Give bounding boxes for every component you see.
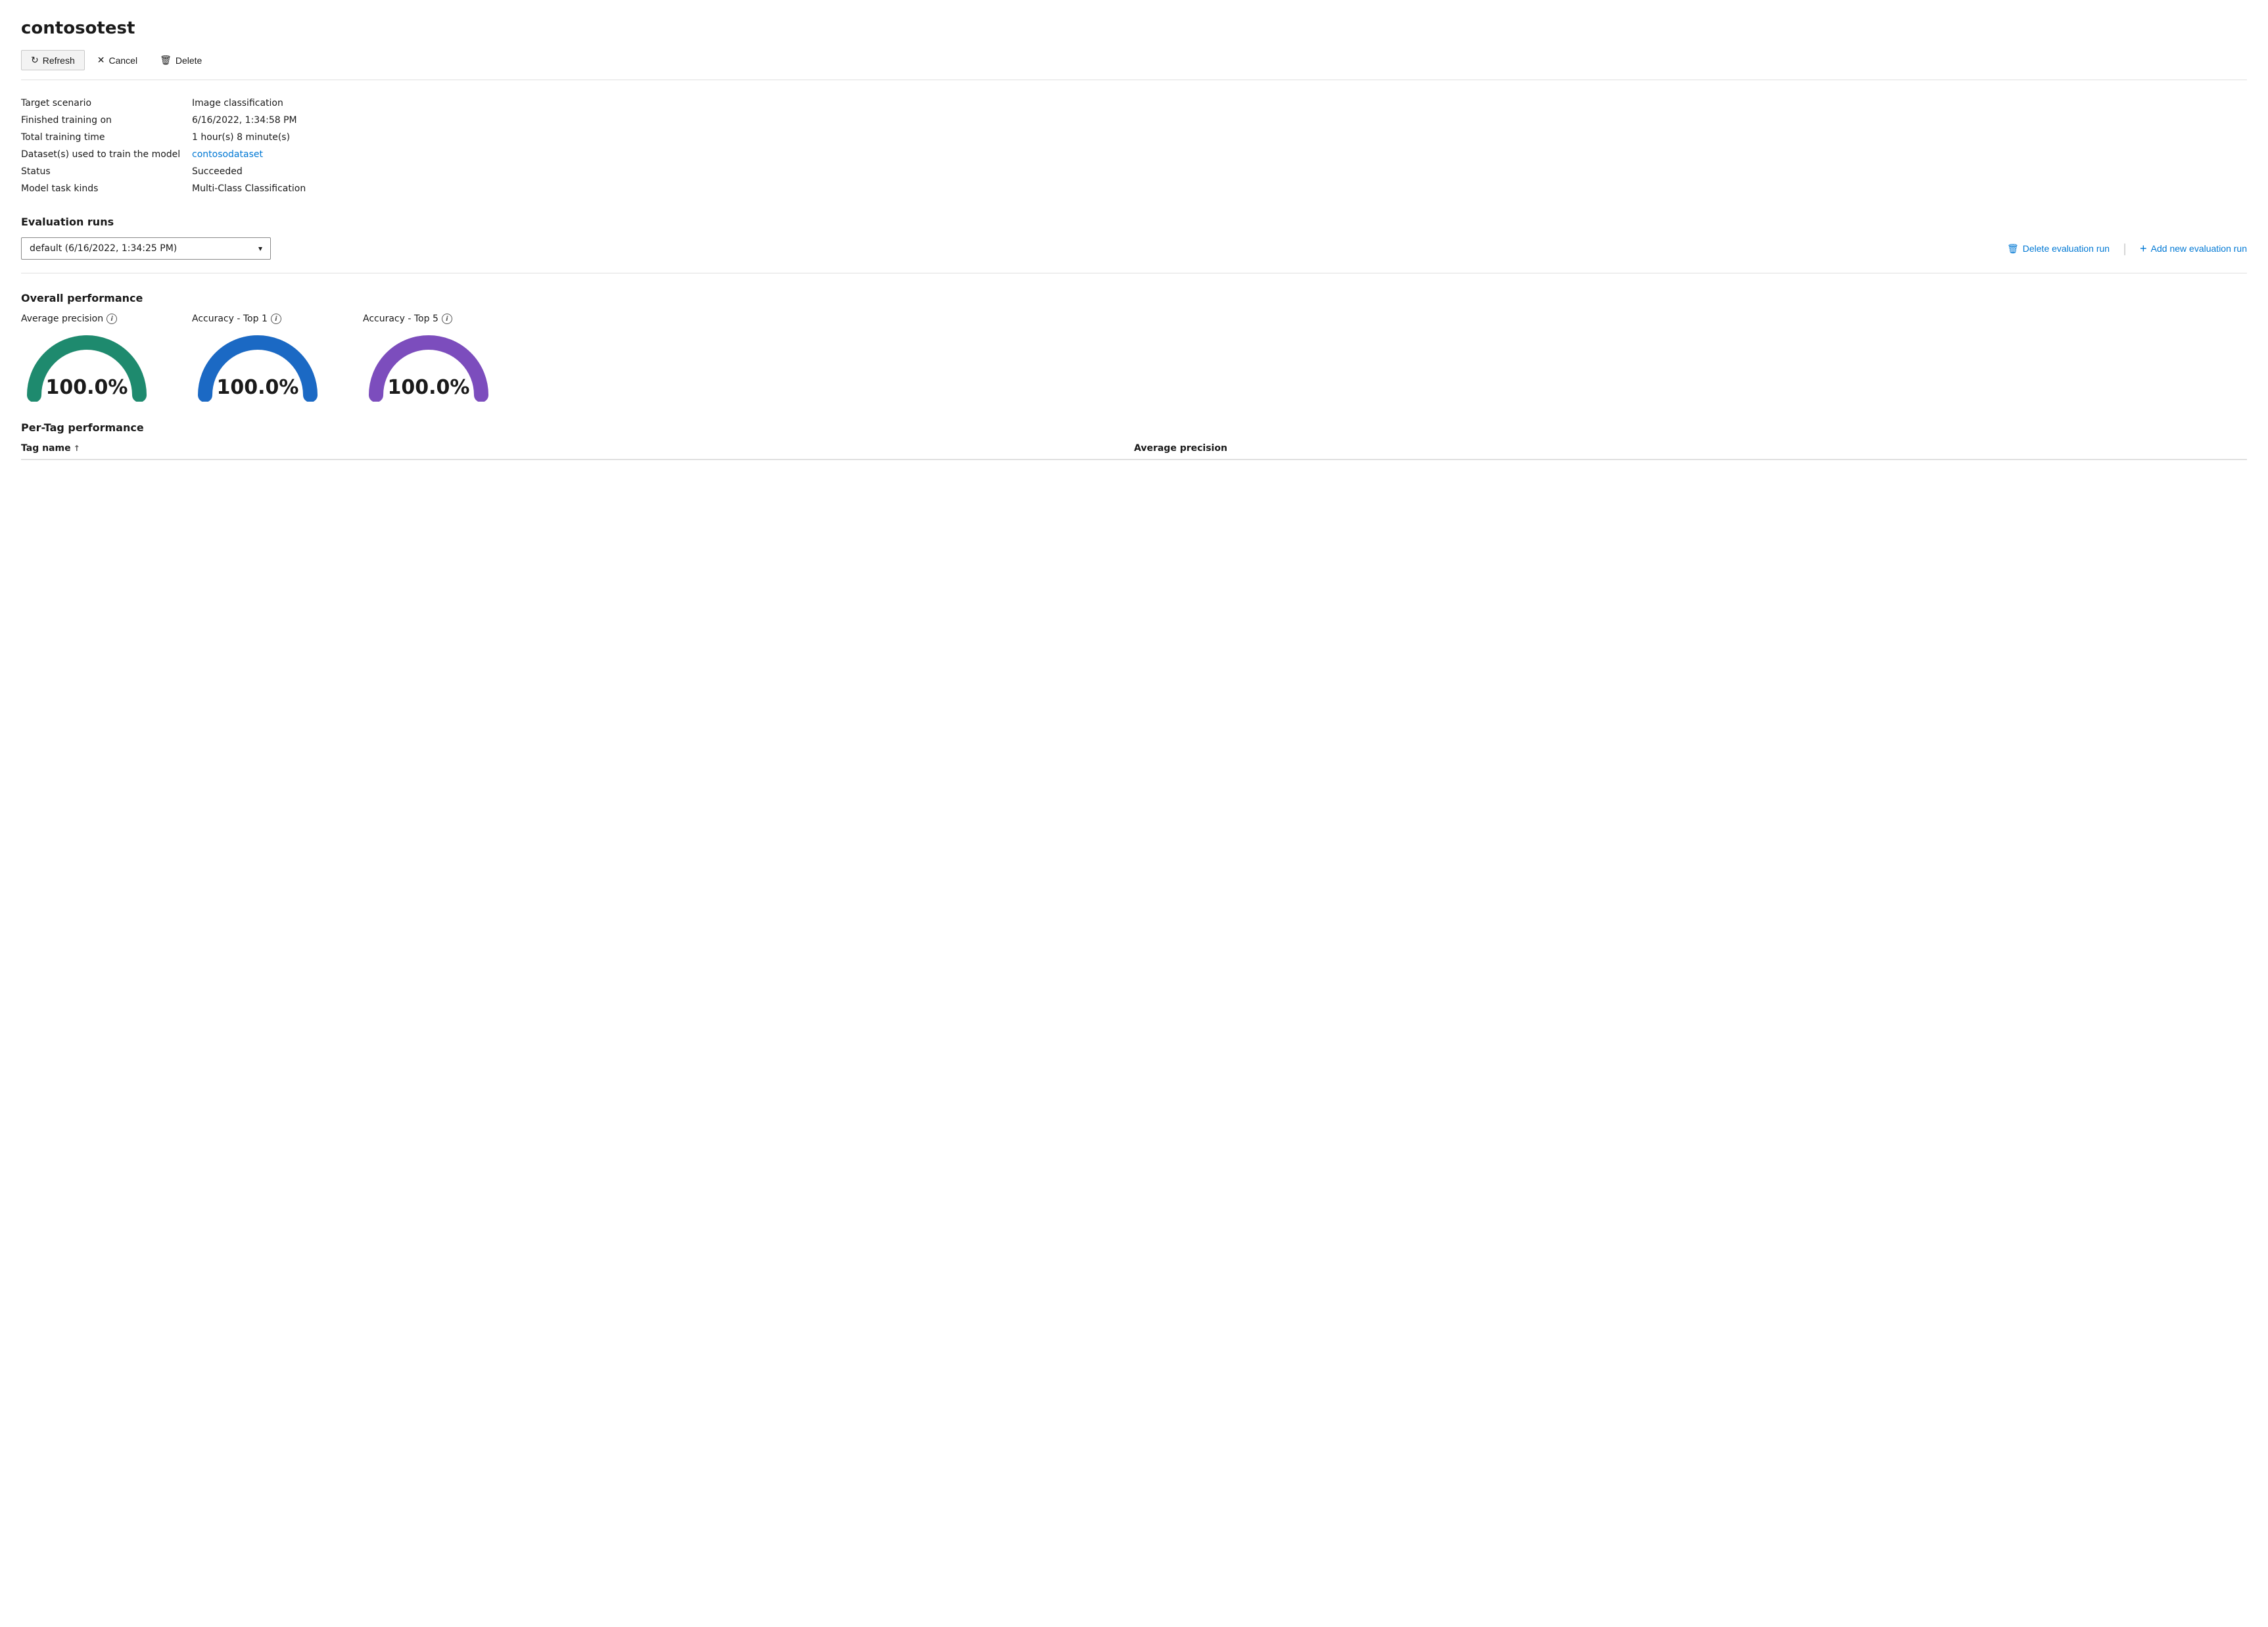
refresh-icon: ↻ xyxy=(31,55,39,66)
table-header-cell[interactable]: Tag name ↑ xyxy=(21,443,1134,454)
gauge-container: Average precision i 100.0% xyxy=(21,314,153,402)
overall-perf-title: Overall performance xyxy=(21,292,2247,304)
info-label: Total training time xyxy=(21,129,192,146)
gauge-wrapper: 100.0% xyxy=(192,329,323,402)
gauge-label: Average precision i xyxy=(21,314,117,324)
eval-actions: 🗑 Delete evaluation run | + Add new eval… xyxy=(284,242,2247,256)
gauge-label-text: Accuracy - Top 5 xyxy=(363,314,438,324)
chevron-down-icon: ▾ xyxy=(258,244,262,253)
per-tag-performance-section: Per-Tag performance Tag name ↑Average pr… xyxy=(21,421,2247,460)
delete-button[interactable]: 🗑 Delete xyxy=(150,50,212,70)
info-icon[interactable]: i xyxy=(106,314,117,324)
gauge-wrapper: 100.0% xyxy=(21,329,153,402)
gauge-value: 100.0% xyxy=(363,376,494,399)
info-label: Target scenario xyxy=(21,95,192,112)
eval-runs-row: default (6/16/2022, 1:34:25 PM) ▾ 🗑 Dele… xyxy=(21,237,2247,273)
add-icon: + xyxy=(2140,242,2147,256)
info-value: Image classification xyxy=(192,95,2247,112)
gauge-container: Accuracy - Top 5 i 100.0% xyxy=(363,314,494,402)
info-value: Succeeded xyxy=(192,163,2247,180)
delete-eval-run-button[interactable]: 🗑 Delete evaluation run xyxy=(2007,243,2110,254)
delete-icon: 🗑 xyxy=(160,55,172,66)
gauge-label-text: Average precision xyxy=(21,314,103,324)
cancel-label: Cancel xyxy=(109,55,138,66)
table-header-cell: Average precision xyxy=(1134,443,2247,454)
add-eval-run-button[interactable]: + Add new evaluation run xyxy=(2140,242,2247,256)
info-value: 1 hour(s) 8 minute(s) xyxy=(192,129,2247,146)
refresh-label: Refresh xyxy=(43,55,75,66)
info-label: Finished training on xyxy=(21,112,192,129)
sort-asc-icon: ↑ xyxy=(74,444,80,453)
column-label: Average precision xyxy=(1134,443,1227,454)
gauge-container: Accuracy - Top 1 i 100.0% xyxy=(192,314,323,402)
info-label: Status xyxy=(21,163,192,180)
gauge-value: 100.0% xyxy=(192,376,323,399)
cancel-icon: ✕ xyxy=(97,55,105,66)
cancel-button[interactable]: ✕ Cancel xyxy=(87,50,147,70)
info-value: Multi-Class Classification xyxy=(192,180,2247,197)
separator: | xyxy=(2123,242,2127,256)
gauge-wrapper: 100.0% xyxy=(363,329,494,402)
details-grid: Target scenarioImage classificationFinis… xyxy=(21,95,2247,197)
info-value-link[interactable]: contosodataset xyxy=(192,146,2247,163)
delete-eval-label: Delete evaluation run xyxy=(2023,243,2110,254)
info-label: Dataset(s) used to train the model xyxy=(21,146,192,163)
eval-runs-section-title: Evaluation runs xyxy=(21,216,2247,228)
delete-eval-icon: 🗑 xyxy=(2007,243,2019,254)
gauge-label: Accuracy - Top 1 i xyxy=(192,314,281,324)
eval-run-dropdown[interactable]: default (6/16/2022, 1:34:25 PM) ▾ xyxy=(21,237,271,260)
add-eval-label: Add new evaluation run xyxy=(2151,243,2247,254)
info-label: Model task kinds xyxy=(21,180,192,197)
gauge-row: Average precision i100.0%Accuracy - Top … xyxy=(21,314,2247,402)
per-tag-title: Per-Tag performance xyxy=(21,421,2247,434)
delete-label: Delete xyxy=(176,55,202,66)
overall-performance-section: Overall performance Average precision i 1… xyxy=(21,292,2247,402)
gauge-label: Accuracy - Top 5 i xyxy=(363,314,452,324)
info-value: 6/16/2022, 1:34:58 PM xyxy=(192,112,2247,129)
info-icon[interactable]: i xyxy=(271,314,281,324)
table-header: Tag name ↑Average precision xyxy=(21,443,2247,460)
toolbar: ↻ Refresh ✕ Cancel 🗑 Delete xyxy=(21,50,2247,80)
page-title: contosotest xyxy=(21,18,2247,38)
eval-run-dropdown-value: default (6/16/2022, 1:34:25 PM) xyxy=(30,243,177,254)
info-icon[interactable]: i xyxy=(442,314,452,324)
column-label: Tag name xyxy=(21,443,71,454)
refresh-button[interactable]: ↻ Refresh xyxy=(21,50,85,70)
gauge-label-text: Accuracy - Top 1 xyxy=(192,314,268,324)
gauge-value: 100.0% xyxy=(21,376,153,399)
